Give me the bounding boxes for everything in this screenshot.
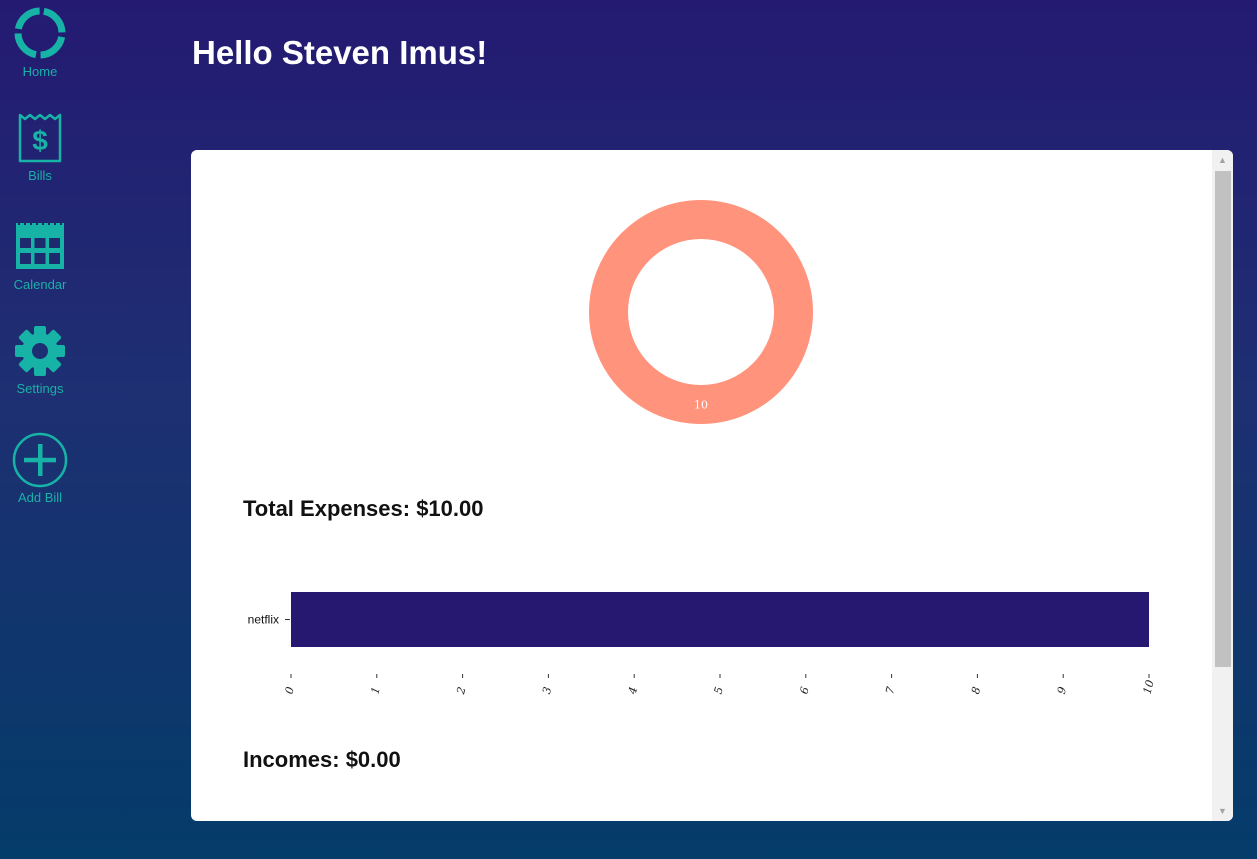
x-tick-label: 10: [1141, 679, 1157, 696]
nav-add-bill-label: Add Bill: [17, 490, 63, 505]
panel-content: 10 Total Expenses: $10.00 netflix 0 1 2 3 4 5…: [191, 150, 1212, 821]
donut-slice[interactable]: [589, 200, 813, 424]
y-tick-label: netflix: [248, 613, 279, 627]
total-expenses-heading: Total Expenses: $10.00: [243, 496, 484, 521]
x-tick-label: 0: [283, 685, 297, 695]
nav-calendar-label: Calendar: [13, 277, 67, 292]
x-tick-label: 1: [368, 685, 382, 695]
plus-circle-icon: [12, 432, 68, 488]
expense-bar-chart: netflix 0 1 2 3 4 5 6 7 8 9 10: [248, 592, 1157, 696]
nav-settings-label: Settings: [16, 381, 64, 396]
x-tick-label: 9: [1055, 685, 1069, 695]
dashboard-panel: 10 Total Expenses: $10.00 netflix 0 1 2 3 4 5…: [191, 150, 1233, 821]
nav-home-label: Home: [22, 64, 58, 79]
scroll-thumb[interactable]: [1215, 171, 1231, 667]
nav-home[interactable]: Home: [0, 6, 80, 79]
donut-data-label: 10: [694, 399, 708, 412]
loading-ring-icon: [13, 6, 67, 60]
incomes-heading: Incomes: $0.00: [243, 747, 401, 772]
calendar-icon: [15, 221, 65, 271]
gear-icon: [15, 326, 65, 376]
x-tick-label: 2: [454, 685, 469, 696]
sidebar: Home $ Bills Calendar Settings Add Bill: [0, 0, 80, 859]
x-tick-label: 5: [712, 685, 726, 695]
nav-add-bill[interactable]: Add Bill: [0, 432, 80, 505]
page-title: Hello Steven Imus!: [192, 34, 488, 71]
scroll-up-arrow-icon[interactable]: ▲: [1212, 150, 1233, 170]
vertical-scrollbar[interactable]: ▲ ▼: [1212, 150, 1233, 821]
svg-text:$: $: [32, 125, 48, 156]
scroll-down-arrow-icon[interactable]: ▼: [1212, 801, 1233, 821]
nav-bills-label: Bills: [28, 168, 52, 183]
x-tick-label: 8: [969, 685, 983, 695]
receipt-dollar-icon: $: [17, 112, 63, 164]
bar-netflix[interactable]: [291, 592, 1149, 647]
x-tick-label: 6: [797, 685, 811, 695]
x-tick-label: 7: [883, 685, 897, 695]
nav-bills[interactable]: $ Bills: [0, 112, 80, 183]
nav-calendar[interactable]: Calendar: [0, 221, 80, 292]
x-tick-label: 3: [540, 685, 554, 695]
nav-settings[interactable]: Settings: [0, 326, 80, 396]
expense-donut-chart: 10: [589, 200, 813, 424]
x-tick-label: 4: [626, 685, 641, 696]
